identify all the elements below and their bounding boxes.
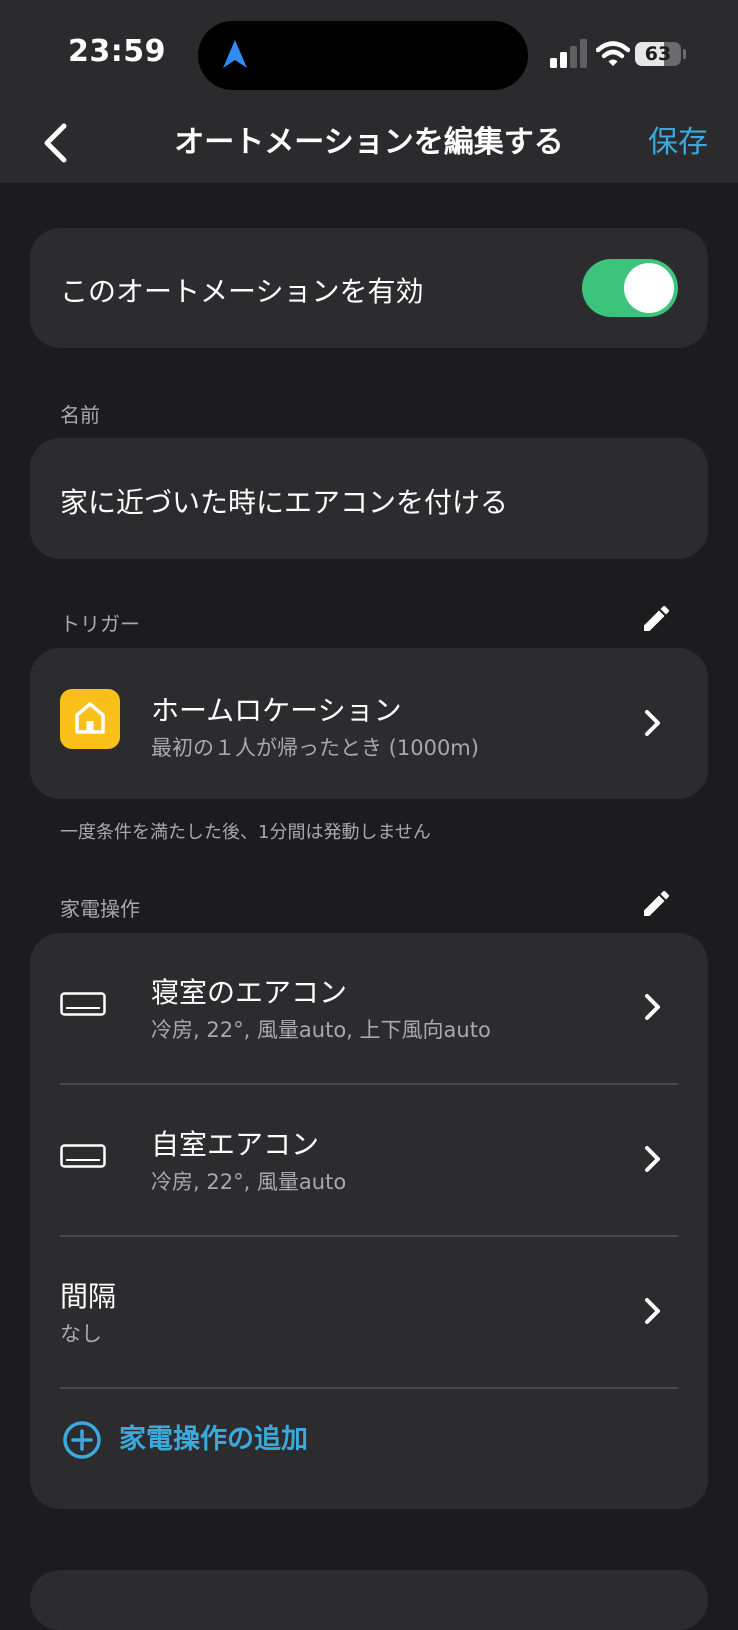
house-icon (75, 702, 105, 734)
name-section-label: 名前 (60, 403, 100, 427)
save-button[interactable]: 保存 (648, 118, 708, 168)
action-row-my-room-ac[interactable]: 自室エアコン 冷房, 22°, 風量auto (30, 1085, 708, 1235)
action-row-bedroom-ac[interactable]: 寝室のエアコン 冷房, 22°, 風量auto, 上下風向auto (30, 933, 708, 1083)
name-value: 家に近づいた時にエアコンを付ける (60, 486, 509, 519)
chevron-right-icon (645, 1298, 660, 1324)
status-time: 23:59 (68, 34, 166, 69)
trigger-card[interactable]: ホームロケーション 最初の１人が帰ったとき (1000m) (30, 648, 708, 799)
trigger-title: ホームロケーション (151, 694, 402, 727)
next-card (30, 1570, 708, 1630)
actions-section-label: 家電操作 (60, 897, 140, 921)
chevron-right-icon (645, 1146, 660, 1172)
back-button[interactable] (38, 118, 74, 168)
chevron-right-icon (645, 994, 660, 1020)
enable-card: このオートメーションを有効 (30, 228, 708, 348)
home-location-icon (60, 689, 120, 749)
name-card[interactable]: 家に近づいた時にエアコンを付ける (30, 438, 708, 559)
action-title: 自室エアコン (151, 1128, 320, 1161)
enable-label: このオートメーションを有効 (60, 275, 424, 308)
chevron-right-icon (645, 710, 660, 736)
divider (60, 1387, 678, 1389)
trigger-note: 一度条件を満たした後、1分間は発動しません (60, 822, 431, 843)
add-appliance-action-label: 家電操作の追加 (119, 1424, 308, 1455)
actions-card: 寝室のエアコン 冷房, 22°, 風量auto, 上下風向auto 自室エアコン… (30, 933, 708, 1509)
action-subtitle: 冷房, 22°, 風量auto, 上下風向auto (151, 1018, 491, 1042)
wifi-icon (596, 41, 630, 66)
plus-circle-icon (63, 1421, 101, 1459)
interval-title: 間隔 (60, 1280, 117, 1313)
action-row-interval[interactable]: 間隔 なし (30, 1237, 708, 1387)
action-title: 寝室のエアコン (151, 976, 348, 1009)
enable-toggle[interactable] (582, 259, 678, 317)
battery-icon: 63 (635, 42, 681, 66)
toggle-knob (624, 263, 674, 313)
interval-value: なし (60, 1322, 102, 1346)
chevron-left-icon (44, 123, 67, 163)
action-subtitle: 冷房, 22°, 風量auto (151, 1170, 347, 1194)
battery-level: 63 (644, 43, 672, 65)
location-arrow-icon (223, 40, 247, 68)
edit-trigger-pencil-icon[interactable] (640, 605, 670, 635)
air-conditioner-icon (60, 992, 106, 1016)
trigger-section-label: トリガー (60, 612, 140, 636)
page-title: オートメーションを編集する (174, 125, 564, 160)
trigger-subtitle: 最初の１人が帰ったとき (1000m) (151, 736, 479, 760)
edit-actions-pencil-icon[interactable] (640, 890, 670, 920)
air-conditioner-icon (60, 1144, 106, 1168)
top-bar: 23:59 63 オートメーションを編集する 保存 (0, 0, 738, 183)
dynamic-island (198, 21, 528, 90)
signal-icon (550, 39, 587, 68)
battery-cap (683, 49, 686, 59)
